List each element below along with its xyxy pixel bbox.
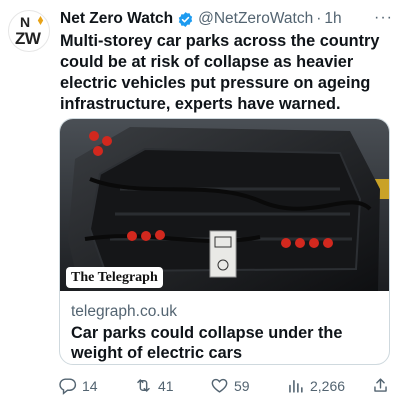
retweet-count: 41	[158, 377, 174, 394]
views-button[interactable]: 2,266	[286, 376, 345, 395]
card-image	[60, 119, 389, 291]
reply-button[interactable]: 14	[58, 376, 98, 395]
timestamp[interactable]: 1h	[324, 10, 341, 28]
separator-dot: ·	[316, 10, 322, 27]
card-source-badge: The Telegraph	[66, 267, 163, 288]
tweet-header: Net Zero Watch @NetZeroWatch · 1h ···	[60, 9, 399, 29]
reply-icon	[59, 378, 77, 395]
tweet-text: Multi-storey car parks across the countr…	[60, 32, 380, 113]
heart-icon	[211, 378, 228, 393]
reply-count: 14	[82, 377, 98, 394]
like-count: 59	[234, 377, 250, 394]
avatar[interactable]: N ZW	[8, 10, 50, 52]
card-domain[interactable]: telegraph.co.uk	[71, 303, 177, 321]
card-title[interactable]: Car parks could collapse under the weigh…	[71, 323, 371, 363]
share-icon	[374, 378, 387, 392]
more-dots-icon[interactable]: ···	[374, 9, 393, 27]
retweet-button[interactable]: 41	[134, 376, 174, 395]
link-card[interactable]: The Telegraph telegraph.co.uk Car parks …	[59, 118, 390, 365]
avatar-letter-n: N	[20, 14, 31, 30]
verified-badge-icon	[178, 11, 193, 27]
views-count: 2,266	[310, 377, 346, 394]
avatar-letters-zw: ZW	[15, 29, 41, 48]
like-button[interactable]: 59	[210, 376, 250, 395]
author-name[interactable]: Net Zero Watch	[60, 10, 173, 28]
share-button[interactable]	[371, 376, 395, 395]
action-bar: 14 41 59 2,266	[58, 376, 398, 396]
avatar-flame-icon	[37, 16, 44, 25]
views-chart-icon	[289, 379, 303, 393]
author-handle[interactable]: @NetZeroWatch	[198, 10, 313, 28]
retweet-icon	[137, 379, 150, 392]
